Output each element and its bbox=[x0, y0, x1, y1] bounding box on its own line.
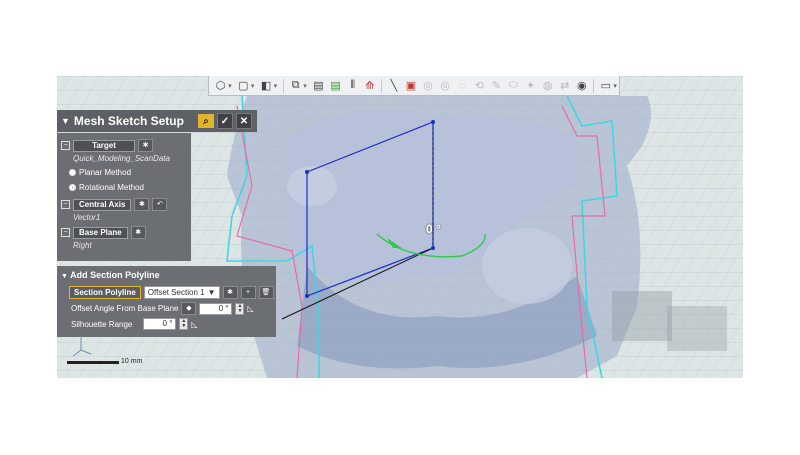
collapse-icon[interactable]: − bbox=[61, 200, 70, 209]
eye-icon[interactable]: ◉ bbox=[574, 78, 589, 94]
offset-angle-input[interactable]: 0 ° bbox=[199, 302, 233, 315]
toolbar-divider bbox=[593, 78, 595, 93]
target-row: − Target ✱ bbox=[61, 139, 153, 152]
polyline-title-text: Add Section Polyline bbox=[70, 270, 160, 280]
select-rect-icon[interactable]: ▣ bbox=[403, 78, 418, 94]
close-icon[interactable]: ✕ bbox=[235, 113, 252, 129]
chevron-down-icon[interactable]: ▾ bbox=[613, 82, 619, 90]
box-icon[interactable]: ▢ bbox=[236, 78, 251, 94]
section-icon[interactable]: ⧉ bbox=[288, 78, 303, 94]
section-polyline-row: Section Polyline Offset Section 1 ▼ ✱ + … bbox=[69, 286, 274, 299]
offset-angle-label: Offset Angle From Base Plane bbox=[71, 304, 179, 313]
radio-icon[interactable] bbox=[69, 169, 76, 176]
scale-bar: 10 mm bbox=[65, 328, 175, 368]
central-axis-row: − Central Axis ✱ ↶ bbox=[61, 198, 168, 211]
scale-label: 10 mm bbox=[121, 358, 143, 365]
collapse-icon[interactable]: − bbox=[61, 228, 70, 237]
central-axis-button[interactable]: Central Axis bbox=[73, 198, 132, 211]
grow-icon[interactable]: ✦ bbox=[523, 78, 538, 94]
shading-icon[interactable]: ◧ bbox=[259, 78, 274, 94]
tweak-icon[interactable]: ⇄ bbox=[557, 78, 572, 94]
brush-icon[interactable]: ✎ bbox=[489, 78, 504, 94]
polyline-panel-title: ▼ Add Section Polyline bbox=[61, 270, 160, 280]
collapse-icon[interactable]: − bbox=[61, 141, 70, 150]
toolbar-divider bbox=[283, 78, 285, 93]
panel-title: Mesh Sketch Setup bbox=[73, 114, 184, 128]
offset-section-value: Offset Section 1 bbox=[147, 288, 205, 297]
add-section-polyline-panel: ▼ Add Section Polyline Section Polyline … bbox=[57, 266, 276, 337]
split-icon[interactable]: ⫴ bbox=[345, 78, 360, 94]
gear-icon[interactable]: ✱ bbox=[138, 139, 153, 152]
target-value: Quick_Modeling_ScanData bbox=[73, 154, 170, 163]
rotational-method-option[interactable]: Rotational Method bbox=[69, 183, 144, 192]
spinner-icon[interactable]: ▲ ▼ bbox=[179, 318, 189, 330]
angle-icon[interactable]: ◺ bbox=[191, 320, 197, 329]
axis-triad-icon bbox=[67, 336, 119, 364]
select-circle-icon[interactable]: ◎ bbox=[420, 78, 435, 94]
search-icon[interactable]: ⌕ bbox=[197, 114, 214, 128]
chevron-down-icon[interactable]: ▾ bbox=[274, 82, 280, 90]
line-tool-icon[interactable]: ╲ bbox=[386, 78, 401, 94]
base-plane-button[interactable]: Base Plane bbox=[73, 226, 128, 239]
chevron-down-icon[interactable]: ▾ bbox=[228, 82, 234, 90]
ok-check-icon[interactable]: ✓ bbox=[216, 113, 233, 129]
offset-angle-row: Offset Angle From Base Plane ◆ 0 ° ▲ ▼ ◺ bbox=[71, 302, 254, 315]
offset-section-dropdown[interactable]: Offset Section 1 ▼ bbox=[143, 286, 220, 299]
gear-icon[interactable]: ✱ bbox=[134, 198, 150, 211]
select-circle-icon[interactable]: ◌ bbox=[455, 78, 470, 94]
add-icon[interactable]: + bbox=[240, 286, 256, 299]
target-button[interactable]: Target bbox=[73, 139, 135, 152]
view-cube-icon[interactable]: ⬡ bbox=[213, 78, 228, 94]
chevron-down-icon[interactable]: ▾ bbox=[303, 82, 309, 90]
planar-method-option[interactable]: Planar Method bbox=[69, 168, 131, 177]
delete-icon[interactable]: 🗑 bbox=[258, 286, 274, 299]
view-toolbar: ⬡ ▾ ▢ ▾ ◧ ▾ ⧉ ▾ ▤ ▤ ⫴ ⟰ ╲ ▣ ◎ ◎ ◌ ⟲ ✎ ⬭ ✦ ◍ … bbox=[208, 76, 620, 96]
select-circle-icon[interactable]: ◎ bbox=[438, 78, 453, 94]
chevron-down-icon[interactable]: ▾ bbox=[251, 82, 257, 90]
central-axis-value: Vector1 bbox=[73, 213, 101, 222]
mirror-arrows-icon[interactable]: ◆ bbox=[181, 302, 197, 315]
gear-icon[interactable]: ✱ bbox=[222, 286, 238, 299]
radio-selected-icon[interactable] bbox=[69, 184, 76, 191]
planar-method-label: Planar Method bbox=[79, 168, 132, 177]
collapse-icon[interactable]: ▼ bbox=[61, 116, 70, 126]
angle-readout: 0 ° bbox=[426, 222, 441, 236]
window-icon[interactable]: ▭ bbox=[598, 78, 613, 94]
3d-viewport[interactable]: 0 ° ⬡ ▾ ▢ ▾ ◧ ▾ ⧉ ▾ ▤ ▤ ⫴ ⟰ ╲ ▣ ◎ ◎ ◌ ⟲ ✎ ⬭ … bbox=[57, 76, 743, 378]
doc-icon[interactable]: ▤ bbox=[311, 78, 326, 94]
chevron-down-icon[interactable]: ▼ bbox=[208, 287, 216, 298]
collapse-icon[interactable]: ▼ bbox=[61, 273, 68, 280]
rotational-method-label: Rotational Method bbox=[79, 183, 144, 192]
flip-icon[interactable]: ↶ bbox=[152, 198, 168, 211]
mesh-sketch-setup-body: − Target ✱ Quick_Modeling_ScanData Plana… bbox=[57, 133, 191, 261]
gear-icon[interactable]: ✱ bbox=[130, 226, 146, 239]
sphere-icon[interactable]: ◍ bbox=[540, 78, 555, 94]
section-polyline-button[interactable]: Section Polyline bbox=[69, 286, 141, 299]
base-plane-value: Right bbox=[73, 241, 92, 250]
lasso-icon[interactable]: ⟲ bbox=[472, 78, 487, 94]
measure-icon[interactable]: ⟰ bbox=[362, 78, 377, 94]
base-plane-row: − Base Plane ✱ bbox=[61, 226, 146, 239]
doc-green-icon[interactable]: ▤ bbox=[328, 78, 343, 94]
paint-icon[interactable]: ⬭ bbox=[506, 78, 521, 94]
mesh-sketch-setup-header: ▼ Mesh Sketch Setup ⌕ ✓ ✕ bbox=[57, 110, 257, 132]
spinner-icon[interactable]: ▲ ▼ bbox=[235, 302, 245, 315]
angle-icon[interactable]: ◺ bbox=[247, 304, 253, 313]
toolbar-divider bbox=[381, 78, 383, 93]
